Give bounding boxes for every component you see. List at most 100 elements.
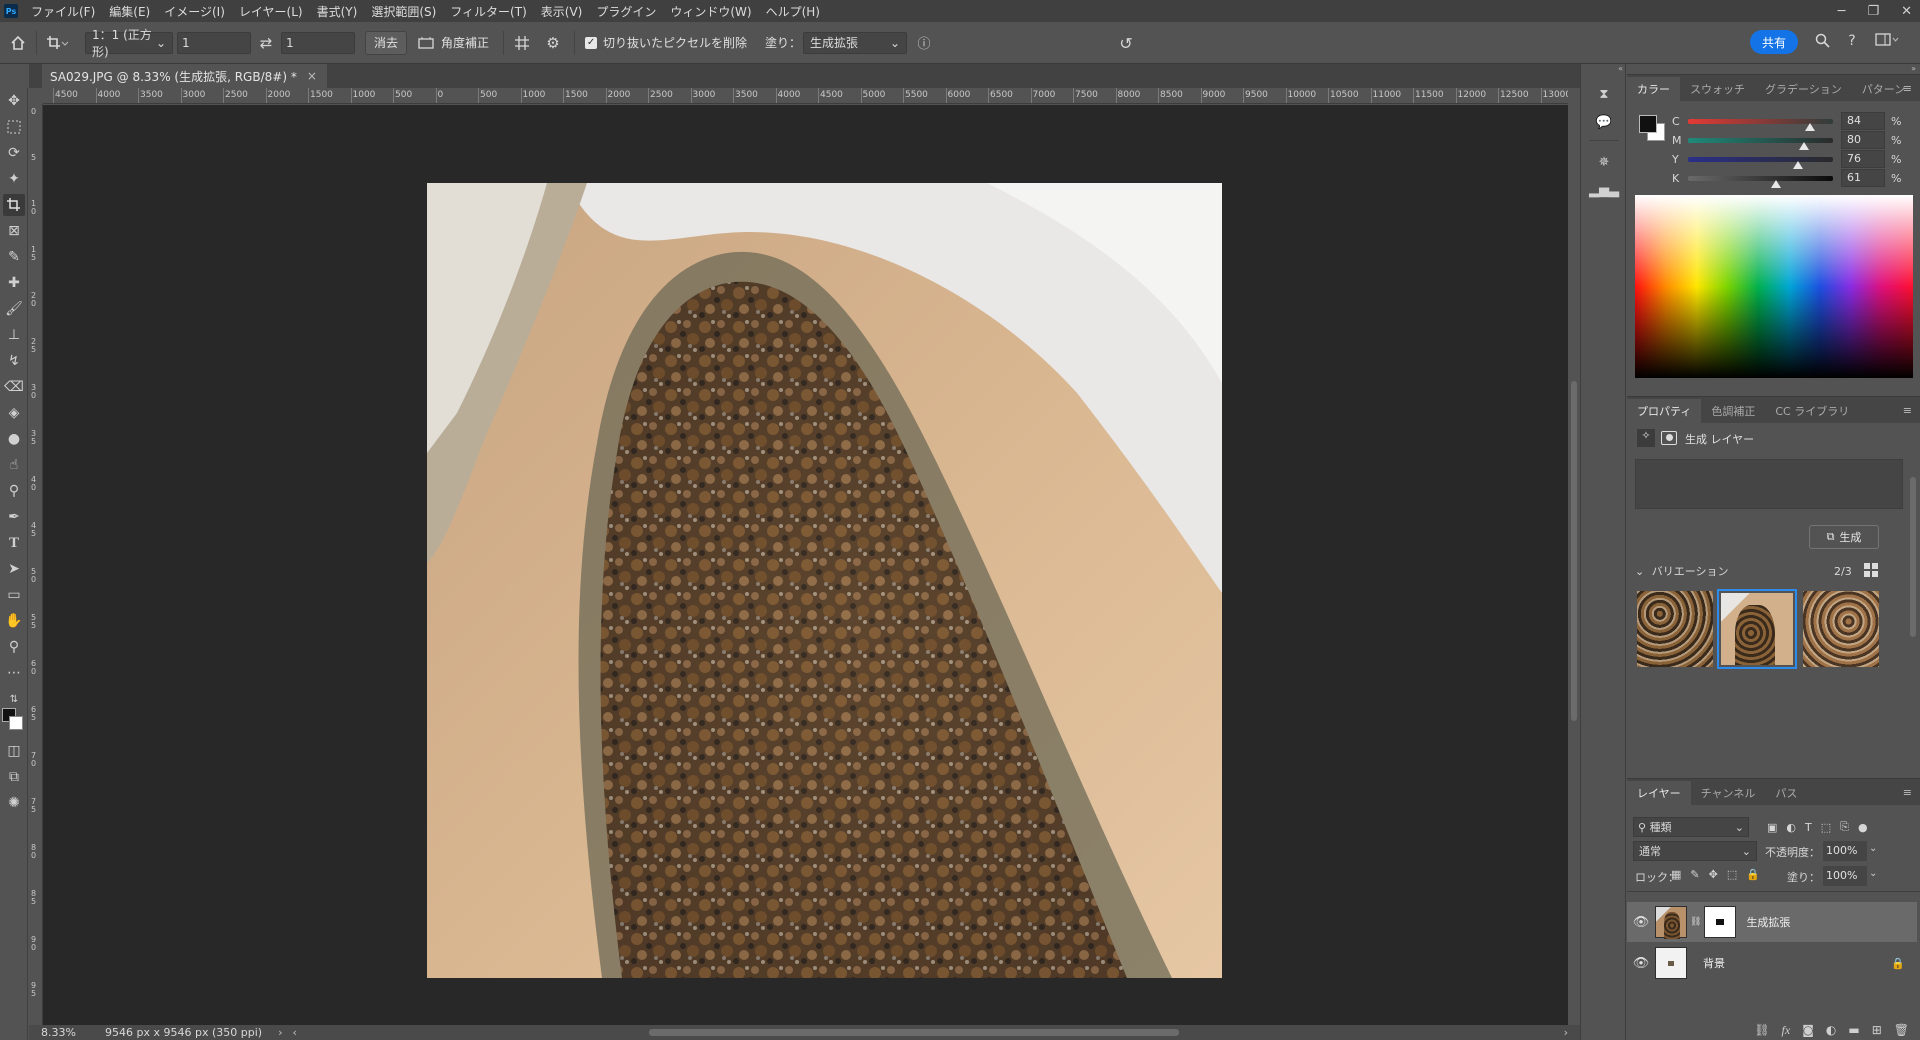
hand-tool-icon[interactable]: ✋ [3,610,25,632]
swap-colors-icon[interactable]: ⇅ [3,688,25,710]
gear-icon[interactable]: ⚙ [540,34,566,52]
lock-image-icon[interactable]: ✎ [1690,868,1699,881]
shape-filter-icon[interactable]: ⬚ [1821,821,1831,834]
slider-track[interactable] [1688,137,1833,150]
menu-item-6[interactable]: フィルター(T) [443,3,533,20]
workspace-icon[interactable] [1872,33,1902,47]
menu-item-7[interactable]: 表示(V) [534,3,590,20]
layer-row-generative[interactable]: 👁 ⛓ 生成拡張 [1627,902,1917,942]
crop-tool-preset-icon[interactable] [37,35,77,51]
vertical-scrollbar[interactable] [1568,105,1580,1025]
menu-item-0[interactable]: ファイル(F) [24,3,102,20]
lock-transparent-icon[interactable]: ▦ [1671,868,1681,881]
lock-artboard-icon[interactable]: ⬚ [1727,868,1737,881]
tab-swatches[interactable]: スウォッチ [1680,77,1755,101]
layer-mask-thumbnail[interactable] [1704,906,1737,938]
info-icon[interactable]: ⓘ [907,33,941,52]
smudge-tool-icon[interactable]: ☝ [3,454,25,476]
zoom-readout[interactable]: 8.33% [41,1026,99,1039]
variation-thumbnail-2[interactable] [1717,589,1797,669]
history-brush-tool-icon[interactable]: ↯ [3,350,25,372]
slider-track[interactable] [1688,118,1833,131]
comments-panel-icon[interactable]: 💬 [1594,112,1614,132]
lock-position-icon[interactable]: ✥ [1709,868,1718,881]
properties-scrollbar[interactable] [1909,467,1917,677]
tab-paths[interactable]: パス [1765,781,1807,805]
share-button[interactable]: 共有 [1750,30,1799,54]
chevron-down-icon[interactable]: ⌄ [1869,843,1877,854]
link-layers-icon[interactable]: ⛓ [1754,1023,1769,1037]
fill-input[interactable]: 100% [1823,866,1867,886]
trash-icon[interactable]: 🗑 [1894,1023,1909,1037]
collapse-icon[interactable]: « [1581,64,1627,74]
visibility-eye-icon[interactable]: 👁 [1627,915,1655,930]
foreground-color-swatch[interactable] [1639,115,1657,133]
slider-track[interactable] [1688,156,1833,169]
swap-dimensions-icon[interactable]: ⇄ [251,34,281,52]
brush-tool-icon[interactable]: 🖌 [3,298,25,320]
variation-thumbnail-1[interactable] [1637,591,1713,667]
blur-tool-icon[interactable]: ● [3,428,25,450]
minimize-icon[interactable]: ─ [1838,4,1846,19]
slider-value-input[interactable]: 84 [1841,112,1885,130]
generative-icon[interactable]: ✺ [3,792,25,814]
collapse-panels-icon[interactable]: » [1911,64,1916,73]
tab-channels[interactable]: チャンネル [1691,781,1766,805]
tab-cc-libraries[interactable]: CC ライブラリ [1765,399,1859,423]
help-icon[interactable]: ? [1842,33,1862,49]
vertical-ruler[interactable]: 0 5 1 0 1 5 2 0 2 5 3 0 3 5 4 0 4 5 5 0 5 5 6 0 6 5 7 … [29,104,43,1026]
color-spectrum[interactable] [1635,195,1913,378]
tab-color[interactable]: カラー [1627,77,1680,101]
canvas-area[interactable] [43,105,1568,1025]
paint-bucket-tool-icon[interactable]: ◈ [3,402,25,424]
new-layer-icon[interactable]: ⊞ [1872,1023,1882,1037]
menu-item-5[interactable]: 選択範囲(S) [364,3,443,20]
search-icon[interactable] [1812,33,1832,48]
crop-width-input[interactable] [177,31,251,54]
crop-tool-icon[interactable] [3,194,25,216]
panel-menu-icon[interactable]: ≡ [1903,404,1912,417]
panel-menu-icon[interactable]: ≡ [1903,786,1912,799]
variation-thumbnail-3[interactable] [1803,591,1879,667]
generate-button[interactable]: ⧉ 生成 [1809,525,1879,549]
document-image[interactable] [427,183,1222,978]
horizontal-scroll-thumb[interactable] [649,1029,1179,1036]
reset-icon[interactable]: ↺ [1116,34,1136,53]
prompt-input[interactable] [1635,459,1903,509]
document-info[interactable]: 9546 px x 9546 px (350 ppi) [105,1026,262,1039]
more-tools-icon[interactable]: ⋯ [3,662,25,684]
photoshop-logo[interactable]: Ps [4,4,18,18]
grid-view-icon[interactable] [1863,562,1879,578]
fx-icon[interactable]: fx [1782,1023,1791,1038]
screen-mode-icon[interactable]: ⧉ [3,766,25,788]
status-arrow-icon[interactable]: › [278,1026,282,1039]
zoom-tool-icon[interactable]: ⚲ [3,636,25,658]
learn-panel-icon[interactable]: ✵ [1594,152,1614,172]
lasso-tool-icon[interactable]: ⟳ [3,142,25,164]
slider-thumb[interactable] [1771,179,1782,188]
menu-item-4[interactable]: 書式(Y) [310,3,365,20]
history-panel-icon[interactable]: ⧗ [1594,84,1614,104]
filter-toggle-icon[interactable]: ● [1858,821,1868,834]
tab-adjustments[interactable]: 色調補正 [1701,399,1765,423]
straighten-icon[interactable] [411,36,441,50]
slider-value-input[interactable]: 76 [1841,150,1885,168]
ruler-origin[interactable] [29,88,43,104]
straighten-label[interactable]: 角度補正 [441,34,489,51]
magic-wand-tool-icon[interactable]: ✦ [3,168,25,190]
rectangle-tool-icon[interactable]: ▭ [3,584,25,606]
adjustment-layer-icon[interactable]: ◐ [1826,1023,1836,1037]
opacity-input[interactable]: 100% [1823,841,1867,861]
path-selection-tool-icon[interactable]: ➤ [3,558,25,580]
blend-mode-select[interactable]: 通常 ⌄ [1633,841,1757,861]
menu-item-10[interactable]: ヘルプ(H) [759,3,827,20]
close-window-icon[interactable]: ✕ [1901,4,1912,19]
histogram-panel-icon[interactable]: ▂▅▃ [1589,180,1619,200]
panel-menu-icon[interactable]: ≡ [1903,82,1912,95]
lock-all-icon[interactable]: 🔒 [1746,868,1760,881]
new-group-icon[interactable]: ▬ [1848,1023,1859,1037]
clear-button[interactable]: 消去 [365,30,407,55]
crop-height-input[interactable] [281,31,355,54]
link-icon[interactable]: ⛓ [1690,917,1701,927]
menu-item-2[interactable]: イメージ(I) [157,3,232,20]
